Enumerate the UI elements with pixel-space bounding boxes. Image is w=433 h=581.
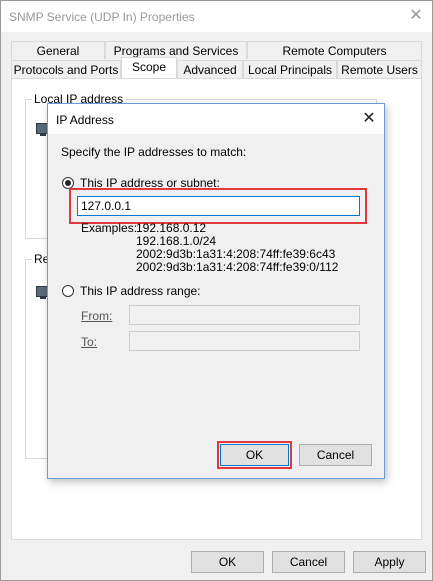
parent-window-title: SNMP Service (UDP In) Properties [9,10,195,24]
tab-local-principals[interactable]: Local Principals [243,60,337,78]
ok-button[interactable]: OK [191,551,264,573]
example-line: 2002:9d3b:1a31:4:208:74ff:fe39:6c43 [136,247,336,261]
example-line: 192.168.1.0/24 [136,234,217,248]
ip-subnet-input[interactable]: 127.0.0.1 [77,196,360,216]
dialog-titlebar: IP Address ✕ [48,104,384,134]
ip-address-dialog: IP Address ✕ Specify the IP addresses to… [47,103,385,479]
cancel-button[interactable]: Cancel [272,551,345,573]
radio-ip-range[interactable] [62,285,74,297]
tab-protocols-and-ports[interactable]: Protocols and Ports [11,60,121,78]
radio-ip-range-label[interactable]: This IP address range: [80,284,201,298]
parent-titlebar: SNMP Service (UDP In) Properties ✕ [1,1,432,32]
tab-scope[interactable]: Scope [121,57,177,78]
apply-button[interactable]: Apply [353,551,426,573]
close-icon[interactable]: ✕ [405,5,427,27]
range-from-input[interactable] [129,305,360,325]
example-line: 192.168.0.12 [136,221,207,235]
tab-remote-computers[interactable]: Remote Computers [247,41,422,59]
radio-ip-or-subnet-label[interactable]: This IP address or subnet: [80,176,220,190]
close-icon[interactable]: ✕ [358,108,380,130]
dialog-cancel-button[interactable]: Cancel [299,444,372,466]
examples-label: Examples: [81,221,138,235]
range-to-input[interactable] [129,331,360,351]
instruction-text: Specify the IP addresses to match: [61,145,247,159]
radio-ip-or-subnet[interactable] [62,177,74,189]
dialog-title: IP Address [56,113,114,127]
example-line: 2002:9d3b:1a31:4:208:74ff:fe39:0/112 [136,260,339,274]
tab-remote-users[interactable]: Remote Users [337,60,422,78]
tab-advanced[interactable]: Advanced [177,60,243,78]
dialog-ok-button[interactable]: OK [220,444,289,466]
to-label: To: [81,335,98,349]
tab-general[interactable]: General [11,41,105,59]
from-label: From: [81,309,113,323]
